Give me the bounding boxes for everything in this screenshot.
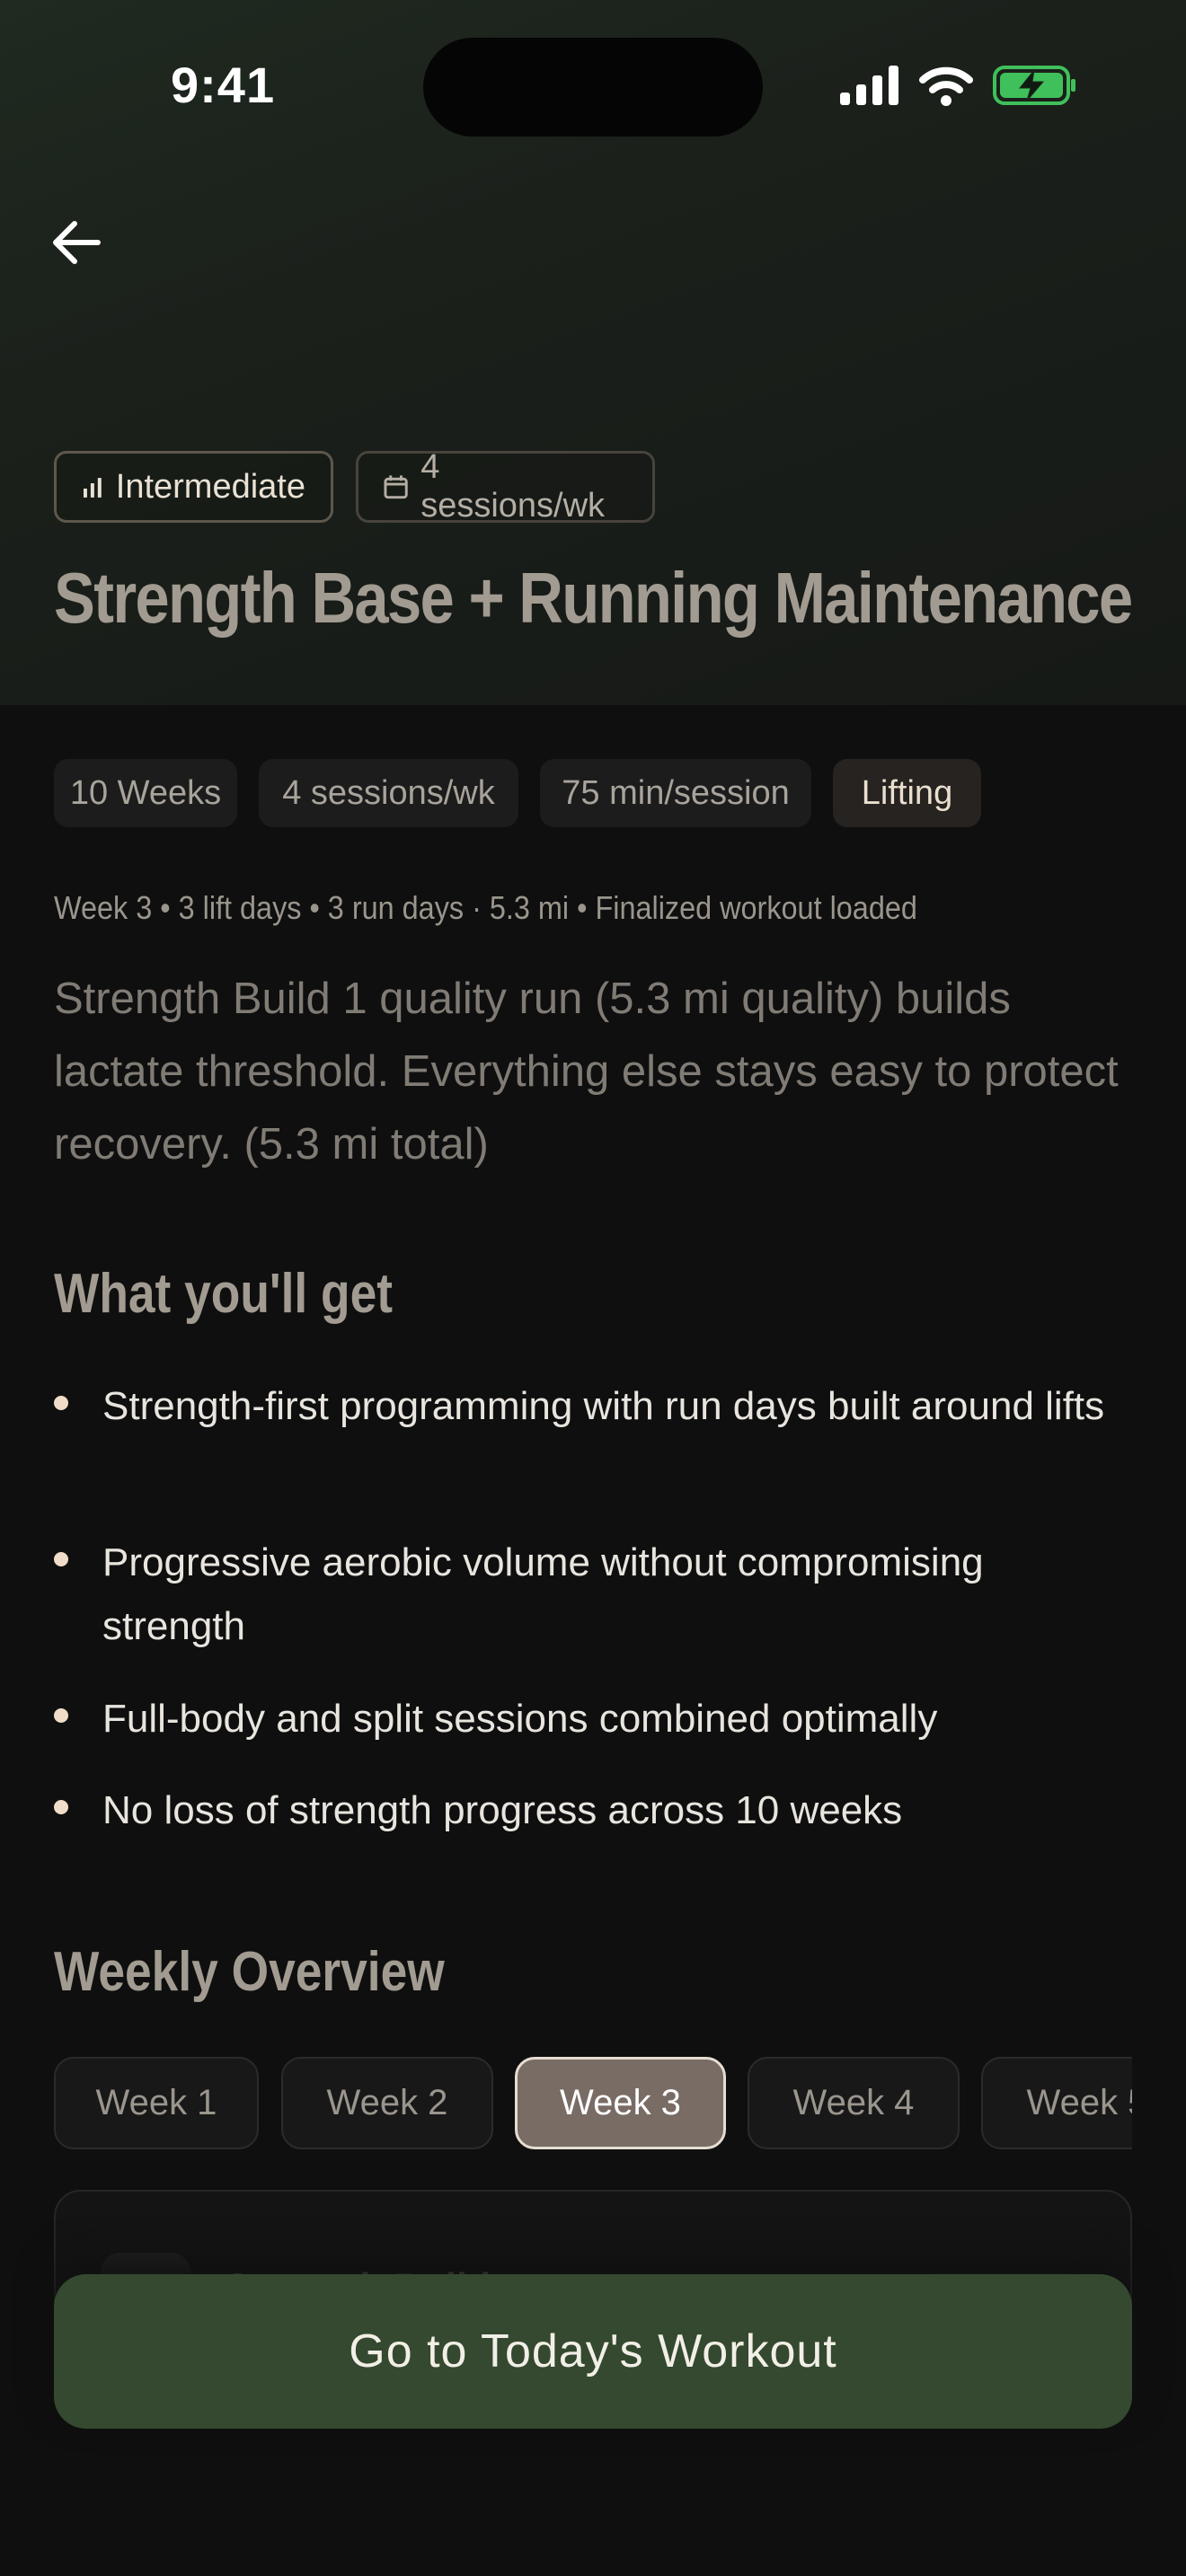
dynamic-island xyxy=(423,38,763,137)
bullet-dot xyxy=(54,1552,68,1566)
week-selector[interactable]: Week 1 Week 2 Week 3 Week 4 Week 5 xyxy=(54,2057,1132,2149)
benefit-text: Progressive aerobic volume without compr… xyxy=(102,1540,984,1648)
bullet-dot xyxy=(54,1800,68,1814)
plan-description: Strength Build 1 quality run (5.3 mi qua… xyxy=(54,975,1119,1169)
level-badge-label: Intermediate xyxy=(115,467,305,506)
benefits-title: What you'll get xyxy=(54,1263,394,1325)
week-meta-line: Week 3 • 3 lift days • 3 run days · 5.3 … xyxy=(54,889,917,926)
back-button[interactable] xyxy=(45,214,108,271)
chip-duration: 10 Weeks xyxy=(54,759,237,827)
tab-week-2[interactable]: Week 2 xyxy=(281,2057,493,2149)
weekly-overview-title: Weekly Overview xyxy=(54,1941,445,2003)
status-icons xyxy=(840,63,1077,108)
tab-week-1[interactable]: Week 1 xyxy=(54,2057,259,2149)
chip-type: Lifting xyxy=(833,759,981,827)
bullet-dot xyxy=(54,1396,68,1410)
chip-session-length: 75 min/session xyxy=(540,759,811,827)
sessions-badge: 4 sessions/wk xyxy=(356,448,655,525)
bar-chart-icon xyxy=(83,478,102,498)
bullet-dot xyxy=(54,1708,68,1723)
go-to-todays-workout-button[interactable]: Go to Today's Workout xyxy=(54,2274,1132,2429)
benefit-item: Full-body and split sessions combined op… xyxy=(54,1687,1132,1751)
calendar-icon xyxy=(384,475,408,499)
arrow-left-icon xyxy=(53,221,101,264)
tab-week-3[interactable]: Week 3 xyxy=(515,2057,726,2149)
sessions-badge-label: 4 sessions/wk xyxy=(420,448,606,525)
benefit-text: Full-body and split sessions combined op… xyxy=(102,1697,938,1741)
benefit-text: Strength-first programming with run days… xyxy=(102,1384,1105,1428)
wifi-icon xyxy=(919,66,973,106)
chip-frequency: 4 sessions/wk xyxy=(259,759,518,827)
tab-week-4[interactable]: Week 4 xyxy=(748,2057,960,2149)
plan-title: Strength Base + Running Maintenance xyxy=(54,558,1133,638)
status-time: 9:41 xyxy=(171,57,276,113)
cellular-signal-icon xyxy=(840,66,898,105)
battery-charging-icon xyxy=(993,66,1075,105)
level-badge: Intermediate xyxy=(54,451,333,523)
benefit-item: Strength-first programming with run days… xyxy=(54,1374,1132,1438)
benefit-text: No loss of strength progress across 10 w… xyxy=(102,1788,903,1832)
benefit-item: No loss of strength progress across 10 w… xyxy=(54,1778,1132,1842)
tab-week-5[interactable]: Week 5 xyxy=(981,2057,1132,2149)
benefit-item: Progressive aerobic volume without compr… xyxy=(54,1531,1132,1658)
